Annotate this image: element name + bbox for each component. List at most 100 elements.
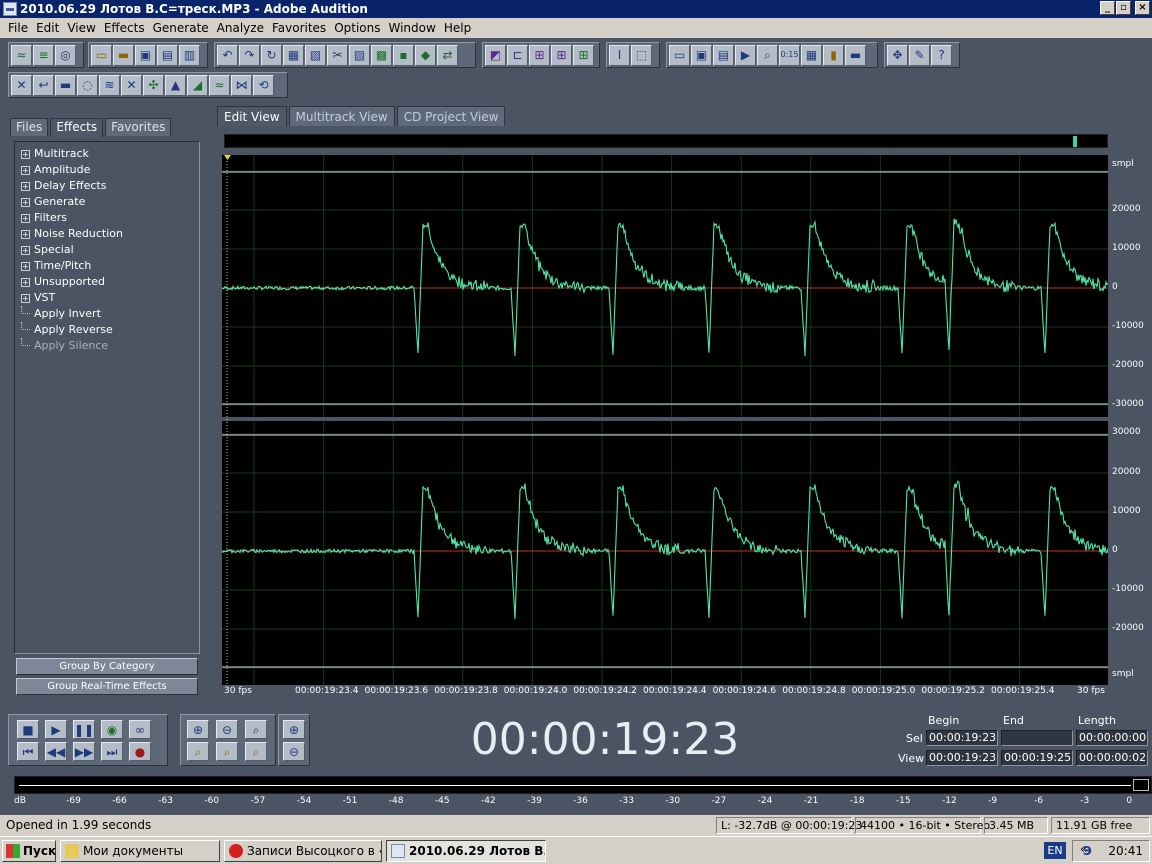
effects-tree-item[interactable]: + Noise Reduction xyxy=(21,226,123,242)
open-file-icon[interactable]: ▬ xyxy=(113,44,134,66)
pause-icon[interactable]: ❚❚ xyxy=(73,720,95,739)
window-icon-2[interactable]: ▣ xyxy=(691,44,712,66)
waveform-svg[interactable] xyxy=(222,155,1108,685)
tab-cd-project-view[interactable]: CD Project View xyxy=(396,106,506,126)
effect-icon-7[interactable]: ✣ xyxy=(143,74,164,96)
expand-plus-icon[interactable]: + xyxy=(21,293,30,303)
view-begin-field[interactable]: 00:00:19:23 xyxy=(926,750,998,766)
level-meter-icon[interactable]: ▮ xyxy=(823,44,844,66)
selection-window-icon[interactable]: ▦ xyxy=(801,44,822,66)
effects-tree-item[interactable]: Apply Reverse xyxy=(21,322,123,338)
expand-plus-icon[interactable]: + xyxy=(21,277,30,287)
tab-edit-view[interactable]: Edit View xyxy=(217,106,287,126)
copy-icon[interactable]: ▦ xyxy=(283,44,304,66)
paste-new-icon[interactable]: ▩ xyxy=(371,44,392,66)
tab-effects[interactable]: Effects xyxy=(50,118,104,137)
menu-window[interactable]: Window xyxy=(385,21,440,35)
fast-forward-icon[interactable]: ▶▶ xyxy=(73,742,95,761)
effect-icon-12[interactable]: ⟲ xyxy=(253,74,274,96)
edit-view-icon[interactable]: ≈ xyxy=(11,44,32,66)
task-my-documents[interactable]: Мои документы xyxy=(60,840,220,862)
record-icon[interactable]: ● xyxy=(129,742,151,761)
group-by-category-button[interactable]: Group By Category xyxy=(16,658,198,675)
window-icon-1[interactable]: ▭ xyxy=(669,44,690,66)
undo-icon[interactable]: ↶ xyxy=(217,44,238,66)
help-icon[interactable]: ? xyxy=(931,44,952,66)
menu-effects[interactable]: Effects xyxy=(100,21,149,35)
play-icon[interactable]: ▶ xyxy=(45,720,67,739)
zoom-selection-icon[interactable]: ⌕ xyxy=(245,742,267,761)
effect-icon-1[interactable]: ✕ xyxy=(11,74,32,96)
copy-new-icon[interactable]: ▧ xyxy=(305,44,326,66)
effects-tree-item[interactable]: + Delay Effects xyxy=(21,178,123,194)
time-window-icon[interactable]: 0:15 xyxy=(779,44,800,66)
grid-icon-1[interactable]: ⊞ xyxy=(529,44,550,66)
effects-tree-item[interactable]: + Multitrack xyxy=(21,146,123,162)
grid-icon-2[interactable]: ⊞ xyxy=(551,44,572,66)
zoom-in-horizontal-icon[interactable]: ⊕ xyxy=(187,720,209,739)
expand-plus-icon[interactable]: + xyxy=(21,261,30,271)
expand-plus-icon[interactable]: + xyxy=(21,181,30,191)
marquee-tool-icon[interactable]: ⬚ xyxy=(631,44,652,66)
start-button[interactable]: Пуск xyxy=(2,840,56,862)
tab-files[interactable]: Files xyxy=(10,118,49,136)
view-length-field[interactable]: 00:00:00:02 xyxy=(1076,750,1148,766)
status-bar-icon[interactable]: ▬ xyxy=(845,44,866,66)
effects-tree-item[interactable]: + Special xyxy=(21,242,123,258)
effect-icon-5[interactable]: ≋ xyxy=(99,74,120,96)
effects-tree-item[interactable]: + Unsupported xyxy=(21,274,123,290)
menu-favorites[interactable]: Favorites xyxy=(268,21,330,35)
menu-options[interactable]: Options xyxy=(330,21,384,35)
effects-tree-item[interactable]: + Filters xyxy=(21,210,123,226)
effects-tree-item[interactable]: + Time/Pitch xyxy=(21,258,123,274)
save-icon[interactable]: ▣ xyxy=(135,44,156,66)
close-button[interactable]: × xyxy=(1135,1,1150,15)
time-selection-tool-icon[interactable]: I xyxy=(609,44,630,66)
overview-scrollbar[interactable] xyxy=(224,134,1108,148)
expand-plus-icon[interactable]: + xyxy=(21,197,30,207)
zoom-full-icon[interactable]: ⌕ xyxy=(245,720,267,739)
timeline-ruler[interactable]: 30 fps 00:00:19:23.4 00:00:19:23.6 00:00:19… xyxy=(222,685,1108,699)
loop-icon[interactable]: ∞ xyxy=(129,720,151,739)
save-as-icon[interactable]: ▤ xyxy=(157,44,178,66)
window-icon-3[interactable]: ▤ xyxy=(713,44,734,66)
settings-icon[interactable]: ✎ xyxy=(909,44,930,66)
effect-icon-9[interactable]: ◢ xyxy=(187,74,208,96)
sel-length-field[interactable]: 00:00:00:00 xyxy=(1076,730,1148,746)
transport-window-icon[interactable]: ▶ xyxy=(735,44,756,66)
paste-icon[interactable]: ▨ xyxy=(349,44,370,66)
effects-tree-item[interactable]: + Generate xyxy=(21,194,123,210)
tab-multitrack-view[interactable]: Multitrack View xyxy=(288,106,395,126)
zoom-right-icon[interactable]: ⌕ xyxy=(216,742,238,761)
zoom-out-horizontal-icon[interactable]: ⊖ xyxy=(216,720,238,739)
sel-end-field[interactable] xyxy=(1001,730,1073,746)
waveform-display[interactable] xyxy=(222,155,1108,685)
effect-icon-8[interactable]: ▲ xyxy=(165,74,186,96)
tab-favorites[interactable]: Favorites xyxy=(105,118,172,136)
multitrack-view-icon[interactable]: ≡ xyxy=(33,44,54,66)
effects-tree-item[interactable]: Apply Silence xyxy=(21,338,123,354)
effect-icon-3[interactable]: ▬ xyxy=(55,74,76,96)
view-end-field[interactable]: 00:00:19:25 xyxy=(1001,750,1073,766)
play-to-end-icon[interactable]: ◉ xyxy=(101,720,123,739)
expand-plus-icon[interactable]: + xyxy=(21,149,30,159)
grid-icon-3[interactable]: ⊞ xyxy=(573,44,594,66)
go-to-start-icon[interactable]: ⏮ xyxy=(17,742,39,761)
effect-icon-2[interactable]: ↩ xyxy=(33,74,54,96)
zoom-in-vertical-icon[interactable]: ⊕ xyxy=(283,720,305,739)
expand-plus-icon[interactable]: + xyxy=(21,213,30,223)
overview-position-marker[interactable] xyxy=(1073,136,1077,147)
effect-icon-11[interactable]: ⋈ xyxy=(231,74,252,96)
redo-icon[interactable]: ↷ xyxy=(239,44,260,66)
save-all-icon[interactable]: ▥ xyxy=(179,44,200,66)
effects-tree-item[interactable]: + VST xyxy=(21,290,123,306)
hardware-icon[interactable]: ✥ xyxy=(887,44,908,66)
group-realtime-effects-button[interactable]: Group Real-Time Effects xyxy=(16,678,198,695)
effects-tree-item[interactable]: Apply Invert xyxy=(21,306,123,322)
stop-icon[interactable]: ■ xyxy=(17,720,39,739)
new-file-icon[interactable]: ▭ xyxy=(91,44,112,66)
menu-file[interactable]: File xyxy=(4,21,32,35)
snap-icon[interactable]: ⊏ xyxy=(507,44,528,66)
menu-edit[interactable]: Edit xyxy=(32,21,63,35)
go-to-end-icon[interactable]: ⏭ xyxy=(101,742,123,761)
